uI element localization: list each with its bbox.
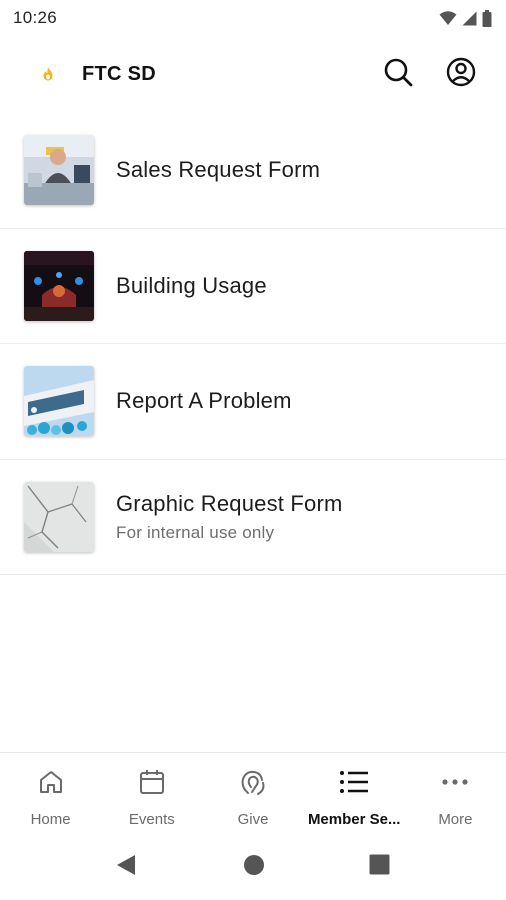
list-item-sales-request-form[interactable]: Sales Request Form (0, 113, 506, 229)
list-item-text: Graphic Request Form For internal use on… (116, 491, 343, 543)
list-icon (339, 767, 369, 797)
list-item-text: Sales Request Form (116, 157, 320, 183)
list-item-building-usage[interactable]: Building Usage (0, 229, 506, 344)
status-bar: 10:26 (0, 0, 506, 36)
account-button[interactable] (445, 57, 477, 92)
tab-events[interactable]: Events (101, 753, 202, 832)
person-at-table-photo (24, 135, 94, 206)
list-item-title: Report A Problem (116, 388, 292, 414)
tab-give[interactable]: Give (202, 753, 303, 832)
flame-logo-icon (38, 64, 58, 84)
cracked-wall-photo (24, 481, 94, 552)
tab-more[interactable]: More (405, 753, 506, 832)
list-item-title: Building Usage (116, 272, 267, 298)
recents-square-icon[interactable] (369, 854, 390, 880)
system-nav-bar (0, 832, 506, 900)
tab-member-services[interactable]: Member Se... (304, 753, 405, 832)
list-item-text: Report A Problem (116, 388, 292, 414)
home-icon (36, 767, 66, 797)
list-item-text: Building Usage (116, 273, 267, 299)
header-actions (382, 57, 477, 92)
list-item-graphic-request-form[interactable]: Graphic Request Form For internal use on… (0, 460, 506, 575)
tab-label: Member Se... (307, 811, 401, 828)
app-header: FTC SD (0, 36, 506, 112)
bottom-tab-bar: Home Events Give Member Se... More (0, 752, 506, 832)
app-title: FTC SD (82, 62, 157, 85)
status-icons (439, 9, 492, 27)
calendar-icon (137, 767, 167, 797)
tab-label: Give (237, 811, 269, 828)
give-icon (238, 767, 268, 797)
signal-icon (462, 11, 477, 26)
list-item-report-a-problem[interactable]: Report A Problem (0, 344, 506, 460)
list-item-subtitle: For internal use only (116, 522, 275, 542)
stage-lights-photo (24, 250, 94, 321)
search-button[interactable] (382, 58, 414, 90)
list-item-title: Graphic Request Form (116, 490, 343, 516)
list-item-title: Sales Request Form (116, 157, 321, 183)
search-icon (383, 57, 413, 92)
battery-icon (482, 9, 492, 27)
account-icon (446, 57, 476, 92)
tab-label: Home (30, 811, 71, 828)
tab-label: More (438, 811, 473, 828)
back-icon[interactable] (116, 854, 136, 881)
more-dots-icon (440, 767, 470, 797)
tab-home[interactable]: Home (0, 753, 101, 832)
member-services-list: Sales Request Form Building Usage Report… (0, 113, 506, 575)
status-time: 10:26 (13, 8, 58, 27)
sign-and-balloons-photo (24, 366, 94, 437)
home-circle-icon[interactable] (243, 854, 265, 881)
tab-label: Events (128, 811, 175, 828)
wifi-icon (439, 10, 457, 26)
